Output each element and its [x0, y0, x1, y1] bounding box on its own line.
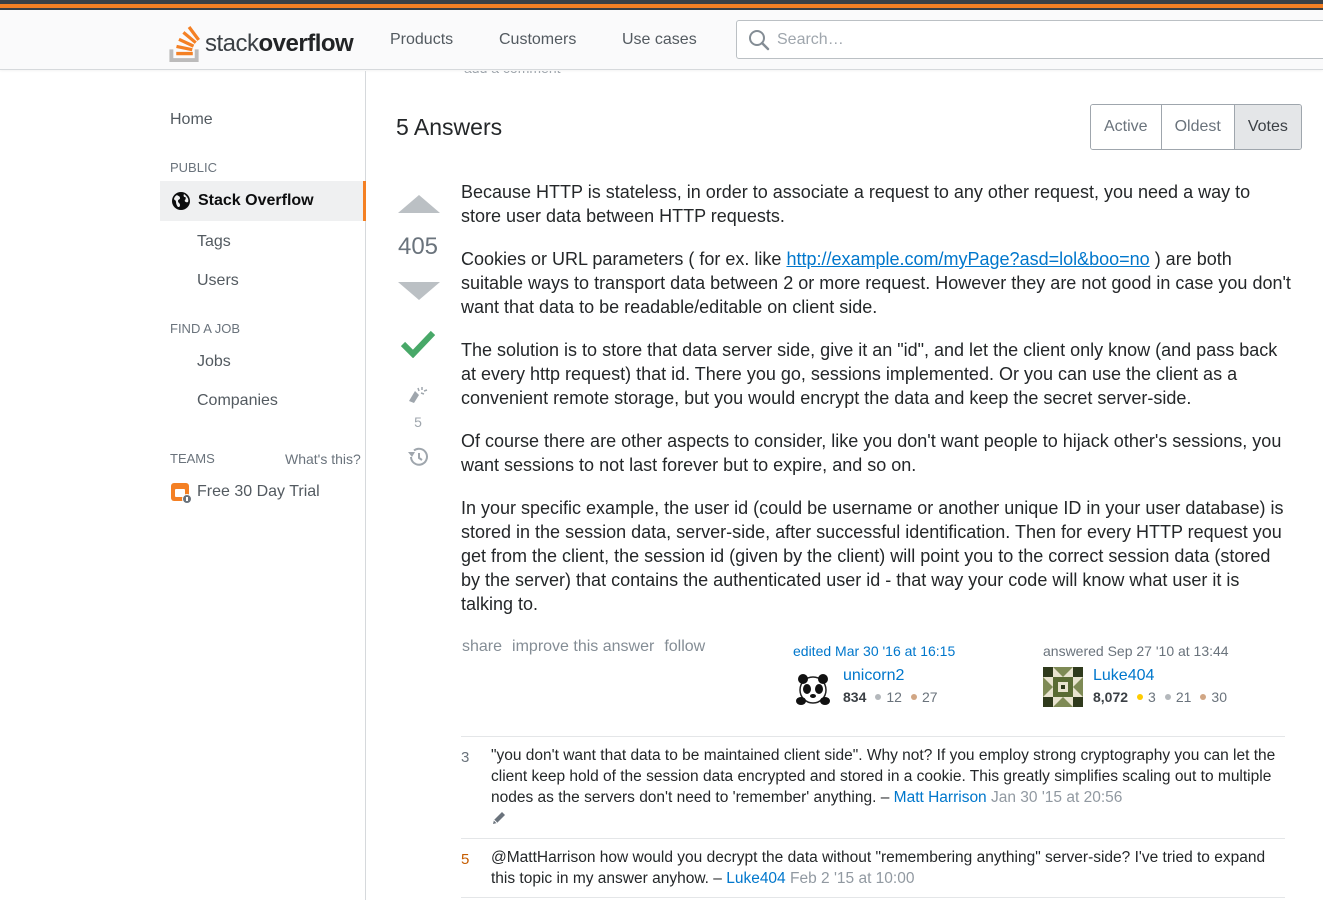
post-menu: share improve this answer follow: [462, 638, 705, 656]
upvote-arrow-icon[interactable]: [398, 195, 440, 213]
gold-badge-icon: [1137, 694, 1144, 700]
accepted-checkmark-icon: [401, 330, 435, 358]
comment-body: @MattHarrison how would you decrypt the …: [491, 839, 1285, 897]
site-logo[interactable]: stackoverflow: [169, 26, 354, 62]
search-box[interactable]: [736, 20, 1323, 59]
answered-timestamp: answered Sep 27 '10 at 13:44: [1043, 643, 1229, 659]
answer-paragraph: In your specific example, the user id (c…: [461, 498, 1284, 614]
logo-wordmark: stackoverflow: [205, 30, 354, 57]
nav-customers[interactable]: Customers: [499, 31, 576, 49]
sidebar-active-label: Stack Overflow: [198, 192, 314, 209]
author-signature: answered Sep 27 '10 at 13:44 Luke404 8,0…: [1043, 643, 1229, 707]
sidebar-heading-find-a-job: FIND A JOB: [170, 321, 241, 336]
comments-list: 3 "you don't want that data to be mainta…: [461, 736, 1285, 898]
sidebar-item-home[interactable]: Home: [170, 111, 213, 129]
nav-products[interactable]: Products: [390, 31, 453, 49]
stackoverflow-logo-icon: [169, 26, 200, 62]
editor-username[interactable]: unicorn2: [843, 667, 904, 685]
sidebar-item-jobs[interactable]: Jobs: [197, 353, 231, 371]
editor-reputation: 834 12 27: [843, 689, 938, 705]
comment-body: "you don't want that data to be maintain…: [491, 737, 1285, 838]
author-username[interactable]: Luke404: [1093, 667, 1154, 685]
answer-sort-tabs: Active Oldest Votes: [1090, 104, 1302, 150]
answers-count-title: 5 Answers: [396, 114, 503, 140]
comment-date[interactable]: Feb 2 '15 at 10:00: [790, 870, 914, 887]
sort-tab-oldest[interactable]: Oldest: [1161, 105, 1235, 149]
comment-score: 3: [461, 749, 470, 766]
sidebar-item-companies[interactable]: Companies: [197, 392, 278, 410]
bounty-count: 5: [414, 414, 422, 430]
comment: 3 "you don't want that data to be mainta…: [461, 737, 1285, 839]
bronze-badge-icon: [910, 694, 917, 700]
teams-free-trial[interactable]: Free 30 Day Trial: [197, 483, 320, 501]
comment-score: 5: [461, 851, 470, 868]
history-icon[interactable]: [406, 445, 430, 469]
comment: 5 @MattHarrison how would you decrypt th…: [461, 839, 1285, 898]
author-reputation: 8,072 3 21 30: [1093, 689, 1227, 705]
teams-help-link[interactable]: What's this?: [285, 451, 361, 467]
silver-badge-icon: [1164, 694, 1171, 700]
sidebar-heading-public: PUBLIC: [170, 160, 217, 175]
top-bar: stackoverflow Products Customers Use cas…: [0, 10, 1323, 70]
share-link[interactable]: share: [462, 638, 502, 656]
left-sidebar: Home PUBLIC Stack Overflow Tags Users FI…: [160, 71, 366, 900]
comment-date[interactable]: Jan 30 '15 at 20:56: [991, 789, 1122, 806]
search-input[interactable]: [777, 21, 1317, 58]
globe-icon: [172, 192, 190, 210]
editor-signature: edited Mar 30 '16 at 16:15 unicorn2 834 …: [793, 643, 955, 707]
answer-paragraph: Cookies or URL parameters ( for ex. like…: [461, 249, 1291, 317]
answer-paragraph: The solution is to store that data serve…: [461, 340, 1278, 408]
accent-bar: [0, 4, 1323, 8]
sort-tab-votes[interactable]: Votes: [1234, 105, 1301, 149]
comment-text: "you don't want that data to be maintain…: [491, 747, 1276, 806]
author-avatar[interactable]: [1043, 667, 1083, 707]
top-strip: [0, 0, 1323, 10]
search-icon: [749, 30, 770, 51]
briefcase-icon: [171, 483, 192, 504]
follow-link[interactable]: follow: [664, 638, 705, 656]
vote-count: 405: [397, 233, 439, 260]
answer-paragraph: Of course there are other aspects to con…: [461, 431, 1282, 475]
sidebar-item-users[interactable]: Users: [197, 272, 239, 290]
sidebar-item-tags[interactable]: Tags: [197, 233, 231, 251]
nav-use-cases[interactable]: Use cases: [622, 31, 697, 49]
answer-paragraph: Because HTTP is stateless, in order to a…: [461, 182, 1251, 226]
edited-timestamp[interactable]: edited Mar 30 '16 at 16:15: [793, 643, 955, 659]
bronze-badge-icon: [1200, 694, 1207, 700]
edit-pencil-icon[interactable]: [491, 810, 507, 826]
sidebar-item-stack-overflow[interactable]: Stack Overflow: [160, 181, 366, 221]
example-url-link[interactable]: http://example.com/myPage?asd=lol&boo=no: [786, 249, 1149, 269]
silver-badge-icon: [875, 694, 882, 700]
improve-answer-link[interactable]: improve this answer: [512, 638, 654, 656]
downvote-arrow-icon[interactable]: [398, 282, 440, 300]
bounty-award-icon[interactable]: [406, 385, 430, 407]
answer-body: Because HTTP is stateless, in order to a…: [461, 180, 1291, 635]
editor-avatar[interactable]: [793, 667, 833, 707]
comment-user-link[interactable]: Luke404: [726, 870, 785, 887]
sort-tab-active[interactable]: Active: [1091, 105, 1162, 149]
comment-user-link[interactable]: Matt Harrison: [894, 789, 987, 806]
sidebar-heading-teams: TEAMS: [170, 451, 215, 466]
